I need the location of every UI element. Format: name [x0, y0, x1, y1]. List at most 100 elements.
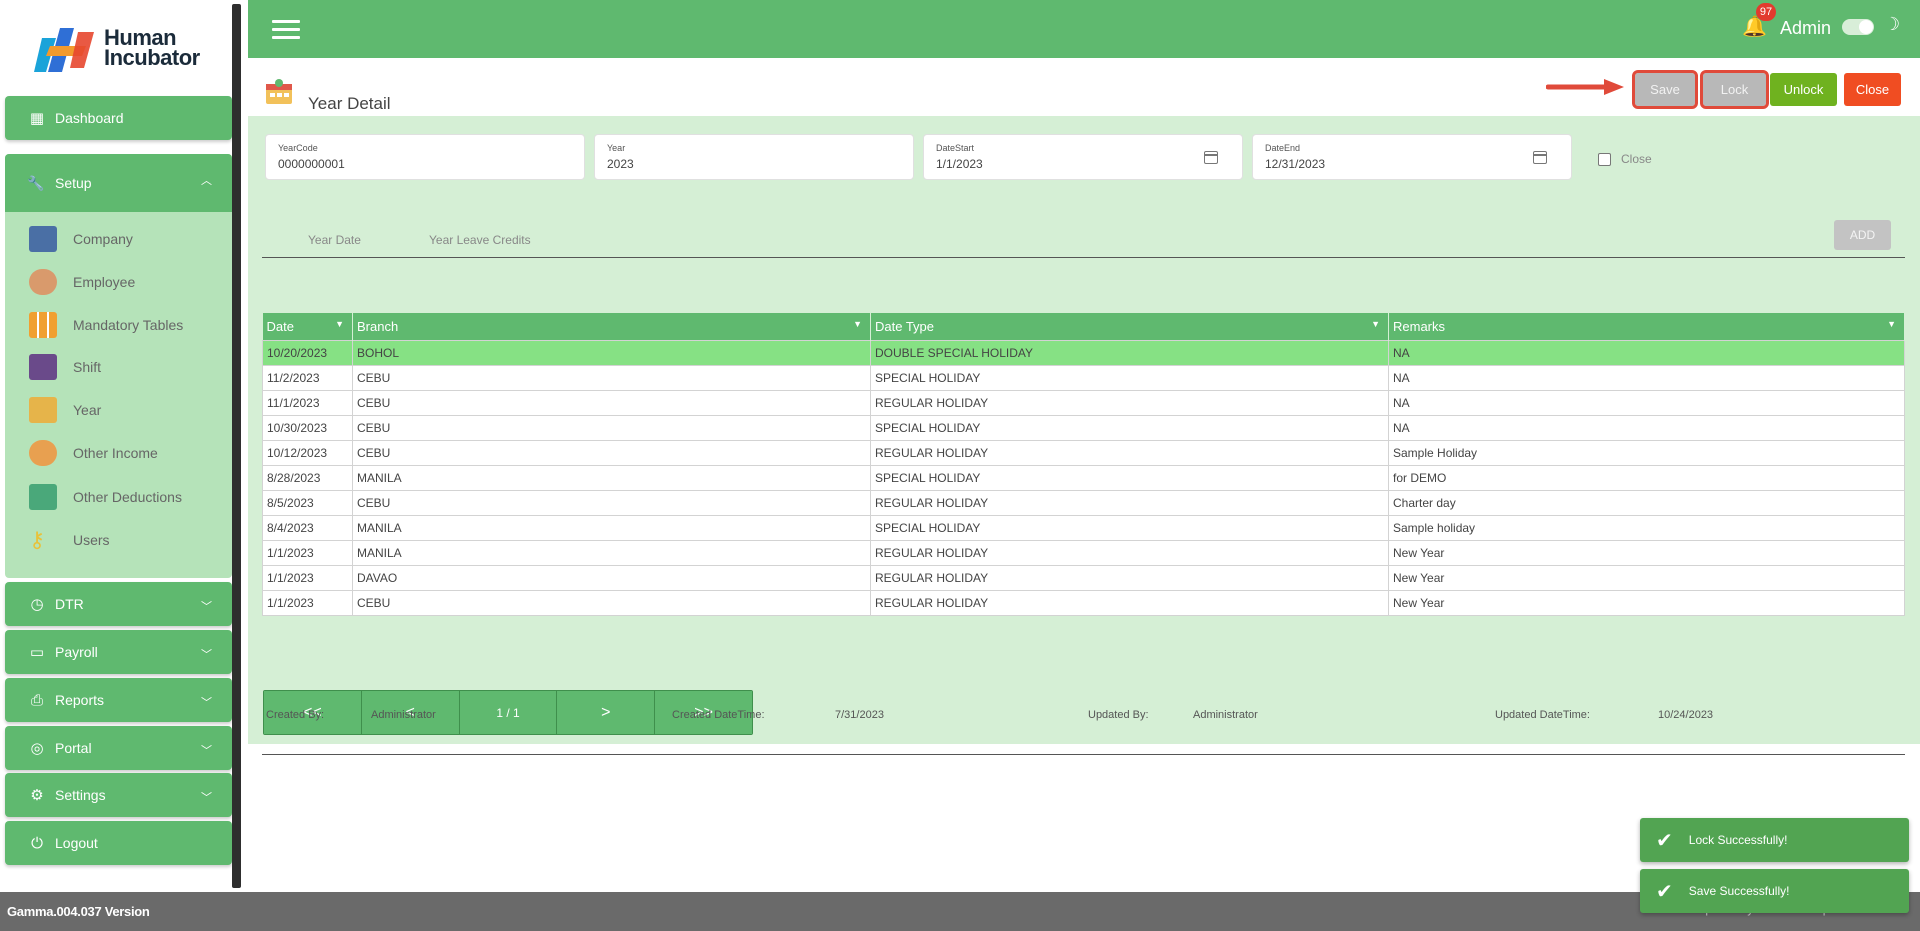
user-name[interactable]: Admin	[1780, 18, 1831, 39]
cell-date-type: DOUBLE SPECIAL HOLIDAY	[870, 339, 1389, 366]
next-page-button[interactable]: >	[557, 691, 656, 734]
nav-portal[interactable]: ◎ Portal ﹀	[5, 726, 232, 770]
cell-date: 10/12/2023	[262, 439, 353, 466]
datestart-field[interactable]: DateStart 1/1/2023	[923, 134, 1243, 180]
arrow-annotation-icon	[1546, 79, 1624, 95]
setup-item-label: Shift	[73, 359, 102, 375]
tab-year-date[interactable]: Year Date	[308, 233, 361, 247]
filter-icon[interactable]: ▼	[853, 319, 862, 329]
sidebar-scrollbar[interactable]	[232, 4, 241, 888]
column-header-date[interactable]: Date ▼	[262, 313, 353, 340]
column-header-branch[interactable]: Branch ▼	[352, 313, 871, 340]
save-button[interactable]: Save	[1632, 70, 1698, 109]
toast-save-success[interactable]: ✔ Save Successfully!	[1640, 869, 1909, 913]
nav-reports[interactable]: ⎙ Reports ﹀	[5, 678, 232, 722]
cell-branch: CEBU	[352, 414, 871, 441]
calendar-picker-icon[interactable]	[1533, 151, 1547, 164]
logo-text: Human Incubator	[104, 27, 200, 69]
people-icon	[29, 269, 57, 295]
logo[interactable]: Human Incubator	[34, 24, 214, 74]
nav-setup-label: Setup	[55, 175, 92, 191]
cell-remarks: Sample Holiday	[1388, 439, 1905, 466]
hamburger-menu-icon[interactable]	[272, 20, 300, 40]
cell-branch: MANILA	[352, 464, 871, 491]
table-row[interactable]: 8/4/2023 MANILA SPECIAL HOLIDAY Sample holi…	[262, 514, 1905, 541]
status-bar: Gamma.004.037 Version https://easyhr-dem…	[0, 892, 1920, 931]
cell-date: 1/1/2023	[262, 539, 353, 566]
table-row[interactable]: 10/30/2023 CEBU SPECIAL HOLIDAY NA	[262, 414, 1905, 441]
cell-branch: DAVAO	[352, 564, 871, 591]
theme-toggle[interactable]	[1842, 19, 1874, 35]
unlock-button[interactable]: Unlock	[1770, 73, 1837, 106]
chevron-down-icon: ﹀	[201, 601, 212, 613]
version-label: Gamma.004.037 Version	[7, 904, 150, 919]
setup-item-users[interactable]: ⚷ Users	[29, 525, 110, 555]
table-row[interactable]: 1/1/2023 MANILA REGULAR HOLIDAY New Year	[262, 539, 1905, 566]
cell-date-type: REGULAR HOLIDAY	[870, 489, 1389, 516]
created-datetime-value: 7/31/2023	[835, 709, 884, 721]
table-row[interactable]: 8/5/2023 CEBU REGULAR HOLIDAY Charter day	[262, 489, 1905, 516]
tab-year-leave-credits[interactable]: Year Leave Credits	[429, 233, 531, 247]
filter-icon[interactable]: ▼	[1887, 319, 1896, 329]
chevron-down-icon: ﹀	[201, 649, 212, 661]
created-by-value: Administrator	[371, 709, 436, 721]
close-checkbox[interactable]: Close	[1598, 152, 1652, 166]
column-header-date-type[interactable]: Date Type ▼	[870, 313, 1389, 340]
nav-payroll[interactable]: ▭ Payroll ﹀	[5, 630, 232, 674]
cell-branch: CEBU	[352, 589, 871, 616]
cell-date-type: REGULAR HOLIDAY	[870, 389, 1389, 416]
yearcode-field[interactable]: YearCode 0000000001	[265, 134, 585, 180]
table-row[interactable]: 11/1/2023 CEBU REGULAR HOLIDAY NA	[262, 389, 1905, 416]
table-header-row: Date ▼ Branch ▼ Date Type ▼ Remarks ▼	[262, 313, 1905, 340]
aperture-icon: ◎	[30, 740, 44, 757]
cell-branch: CEBU	[352, 489, 871, 516]
cell-remarks: New Year	[1388, 564, 1905, 591]
setup-item-employee[interactable]: Employee	[29, 267, 135, 297]
filter-icon[interactable]: ▼	[335, 319, 344, 329]
table-row[interactable]: 1/1/2023 CEBU REGULAR HOLIDAY New Year	[262, 589, 1905, 616]
year-label: Year	[607, 143, 626, 153]
cell-remarks: for DEMO	[1388, 464, 1905, 491]
setup-item-company[interactable]: Company	[29, 224, 133, 254]
created-by-label: Created By:	[266, 709, 325, 721]
table-row[interactable]: 10/20/2023 BOHOL DOUBLE SPECIAL HOLIDAY NA	[262, 339, 1905, 366]
detail-form: YearCode 0000000001 Year 2023 DateStart …	[248, 116, 1920, 755]
table-row[interactable]: 8/28/2023 MANILA SPECIAL HOLIDAY for DEMO	[262, 464, 1905, 491]
nav-dtr-label: DTR	[55, 596, 84, 612]
table-row[interactable]: 11/2/2023 CEBU SPECIAL HOLIDAY NA	[262, 364, 1905, 391]
setup-item-mandatory-tables[interactable]: Mandatory Tables	[29, 310, 183, 340]
nav-dtr[interactable]: ◷ DTR ﹀	[5, 582, 232, 626]
table-row[interactable]: 10/12/2023 CEBU REGULAR HOLIDAY Sample Holi…	[262, 439, 1905, 466]
setup-item-shift[interactable]: Shift	[29, 352, 101, 382]
dateend-label: DateEnd	[1265, 143, 1301, 153]
tab-divider	[262, 257, 1905, 258]
cash-icon	[29, 484, 57, 510]
add-button[interactable]: ADD	[1834, 220, 1891, 250]
filter-icon[interactable]: ▼	[1371, 319, 1380, 329]
created-datetime-label: Created DateTime:	[672, 709, 765, 721]
lock-button[interactable]: Lock	[1700, 70, 1769, 109]
nav-logout[interactable]: ⏻ Logout	[5, 821, 232, 865]
cell-remarks: NA	[1388, 389, 1905, 416]
calendar-picker-icon[interactable]	[1204, 151, 1218, 164]
column-header-remarks[interactable]: Remarks ▼	[1388, 313, 1905, 340]
nav-settings[interactable]: ⚙ Settings ﹀	[5, 773, 232, 817]
chevron-down-icon: ﹀	[201, 792, 212, 804]
nav-dashboard[interactable]: ▦ Dashboard	[5, 96, 232, 140]
table-row[interactable]: 1/1/2023 DAVAO REGULAR HOLIDAY New Year	[262, 564, 1905, 591]
cell-branch: BOHOL	[352, 339, 871, 366]
setup-item-label: Users	[73, 532, 110, 548]
nav-setup[interactable]: 🔧 Setup ︿	[5, 154, 232, 212]
setup-item-other-deductions[interactable]: Other Deductions	[29, 482, 182, 512]
checkbox-icon[interactable]	[1598, 152, 1611, 166]
shift-icon	[29, 354, 57, 380]
column-header-label: Branch	[357, 318, 399, 334]
toast-lock-success[interactable]: ✔ Lock Successfully!	[1640, 818, 1909, 862]
year-field[interactable]: Year 2023	[594, 134, 914, 180]
setup-item-year[interactable]: Year	[29, 395, 101, 425]
dateend-field[interactable]: DateEnd 12/31/2023	[1252, 134, 1572, 180]
setup-item-other-income[interactable]: Other Income	[29, 438, 158, 468]
cell-date: 10/20/2023	[262, 339, 353, 366]
notification-badge: 97	[1756, 3, 1776, 21]
close-button[interactable]: Close	[1844, 73, 1901, 106]
